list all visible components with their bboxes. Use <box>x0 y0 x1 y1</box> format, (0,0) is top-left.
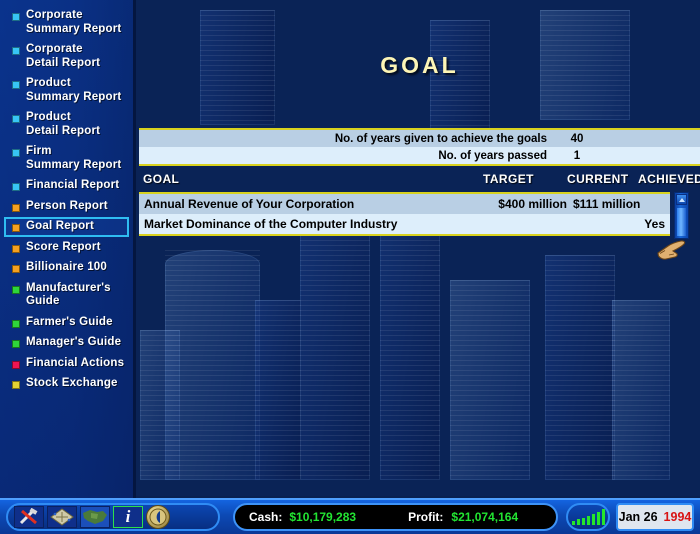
square-bullet-icon <box>12 319 20 328</box>
square-bullet-icon <box>12 360 20 369</box>
sidebar-item-farmer-s-guide[interactable]: Farmer's Guide <box>4 313 129 333</box>
sidebar-item-billionaire-100[interactable]: Billionaire 100 <box>4 258 129 278</box>
sidebar-item-manager-s-guide[interactable]: Manager's Guide <box>4 333 129 353</box>
sidebar-item-label: Corporate Summary Report <box>26 9 122 35</box>
date-monthday: Jan 26 <box>618 510 658 524</box>
sidebar-item-label: Product Summary Report <box>26 77 122 103</box>
scrollbar-thumb[interactable] <box>677 208 686 236</box>
table-scrollbar[interactable] <box>674 192 689 239</box>
sidebar-item-label: Product Detail Report <box>26 111 101 137</box>
date-year: 1994 <box>663 510 692 524</box>
world-map-icon[interactable] <box>80 506 110 528</box>
square-bullet-icon <box>12 183 20 191</box>
sidebar-item-financial-actions[interactable]: Financial Actions <box>4 354 129 374</box>
sidebar-item-corporate-summary-report[interactable]: Corporate Summary Report <box>4 6 129 39</box>
goal-report-panel: GOAL No. of years given to achieve the g… <box>139 0 700 498</box>
sidebar-item-label: Farmer's Guide <box>26 315 113 328</box>
sidebar-item-product-summary-report[interactable]: Product Summary Report <box>4 74 129 107</box>
back-arrow-icon[interactable] <box>146 505 170 529</box>
square-bullet-icon <box>12 381 20 389</box>
goal-target: $400 million <box>498 197 567 211</box>
status-bar: i Cash: $10,179,283 Profit: $21,074,164 … <box>0 498 700 534</box>
goal-summary-box: No. of years given to achieve the goals … <box>139 128 700 166</box>
scroll-up-icon[interactable] <box>676 194 687 205</box>
goal-current: $111 million <box>573 197 641 211</box>
sidebar-item-label: Goal Report <box>26 220 95 232</box>
column-header-achieved: ACHIEVED <box>638 172 700 186</box>
square-bullet-icon <box>12 81 20 89</box>
bar-chart-button[interactable] <box>566 503 610 531</box>
game-screen: Corporate Summary Report Corporate Detail… <box>0 0 700 534</box>
square-bullet-icon <box>12 224 20 232</box>
money-display: Cash: $10,179,283 Profit: $21,074,164 <box>233 503 558 531</box>
cash-value: $10,179,283 <box>289 510 357 524</box>
sidebar-item-manufacturer-s-guide[interactable]: Manufacturer's Guide <box>4 279 129 312</box>
square-bullet-icon <box>12 265 20 273</box>
goal-name: Annual Revenue of Your Corporation <box>144 197 355 211</box>
profit-label: Profit: <box>408 510 444 524</box>
sidebar-item-label: Firm Summary Report <box>26 145 122 171</box>
square-bullet-icon <box>12 244 20 253</box>
sidebar-item-firm-summary-report[interactable]: Firm Summary Report <box>4 142 129 175</box>
square-bullet-icon <box>12 203 20 212</box>
goal-achieved: Yes <box>644 217 665 231</box>
years-given-label: No. of years given to achieve the goals <box>334 132 547 145</box>
info-icon[interactable]: i <box>113 506 143 528</box>
toolbar-group: i <box>6 503 220 531</box>
sidebar-item-goal-report[interactable]: Goal Report <box>4 217 129 237</box>
tools-icon[interactable] <box>14 506 44 528</box>
sidebar-item-financial-report[interactable]: Financial Report <box>4 176 129 196</box>
column-header-goal: GOAL <box>143 172 180 186</box>
goal-name: Market Dominance of the Computer Industr… <box>144 217 398 231</box>
column-header-target: TARGET <box>483 172 534 186</box>
info-row: No. of years given to achieve the goals … <box>139 130 700 147</box>
years-given-value: 40 <box>570 132 584 145</box>
sidebar-item-product-detail-report[interactable]: Product Detail Report <box>4 108 129 141</box>
square-bullet-icon <box>12 149 20 157</box>
table-row[interactable]: Market Dominance of the Computer Industr… <box>139 214 670 234</box>
sidebar-item-label: Stock Exchange <box>26 377 118 389</box>
reports-sidebar: Corporate Summary Report Corporate Detail… <box>0 0 136 498</box>
sidebar-item-label: Financial Report <box>26 179 120 191</box>
column-header-current: CURRENT <box>567 172 629 186</box>
years-passed-label: No. of years passed <box>438 149 547 162</box>
info-row: No. of years passed 1 <box>139 147 700 164</box>
goal-table-header: GOAL TARGET CURRENT ACHIEVED <box>139 170 700 190</box>
sidebar-item-person-report[interactable]: Person Report <box>4 197 129 217</box>
sidebar-item-label: Manufacturer's Guide <box>26 281 111 308</box>
city-map-icon[interactable] <box>47 506 77 528</box>
square-bullet-icon <box>12 47 20 55</box>
square-bullet-icon <box>12 340 20 348</box>
square-bullet-icon <box>12 115 20 123</box>
sidebar-item-label: Manager's Guide <box>26 336 122 348</box>
page-title: GOAL <box>380 52 459 78</box>
cash-label: Cash: <box>249 510 283 524</box>
profit-value: $21,074,164 <box>451 510 519 524</box>
sidebar-item-score-report[interactable]: Score Report <box>4 238 129 258</box>
years-passed-value: 1 <box>573 149 581 162</box>
sidebar-item-label: Financial Actions <box>26 356 125 369</box>
bar-chart-icon <box>571 509 605 525</box>
sidebar-item-label: Person Report <box>26 199 108 212</box>
sidebar-item-corporate-detail-report[interactable]: Corporate Detail Report <box>4 40 129 73</box>
date-display[interactable]: Jan 26 1994 <box>616 503 694 531</box>
sidebar-item-stock-exchange[interactable]: Stock Exchange <box>4 374 129 394</box>
goal-table-body: Annual Revenue of Your Corporation $400 … <box>139 192 670 236</box>
sidebar-item-label: Billionaire 100 <box>26 261 107 273</box>
table-row[interactable]: Annual Revenue of Your Corporation $400 … <box>139 194 670 214</box>
square-bullet-icon <box>12 285 20 294</box>
sidebar-item-label: Corporate Detail Report <box>26 43 101 69</box>
square-bullet-icon <box>12 13 20 21</box>
sidebar-item-label: Score Report <box>26 240 101 253</box>
